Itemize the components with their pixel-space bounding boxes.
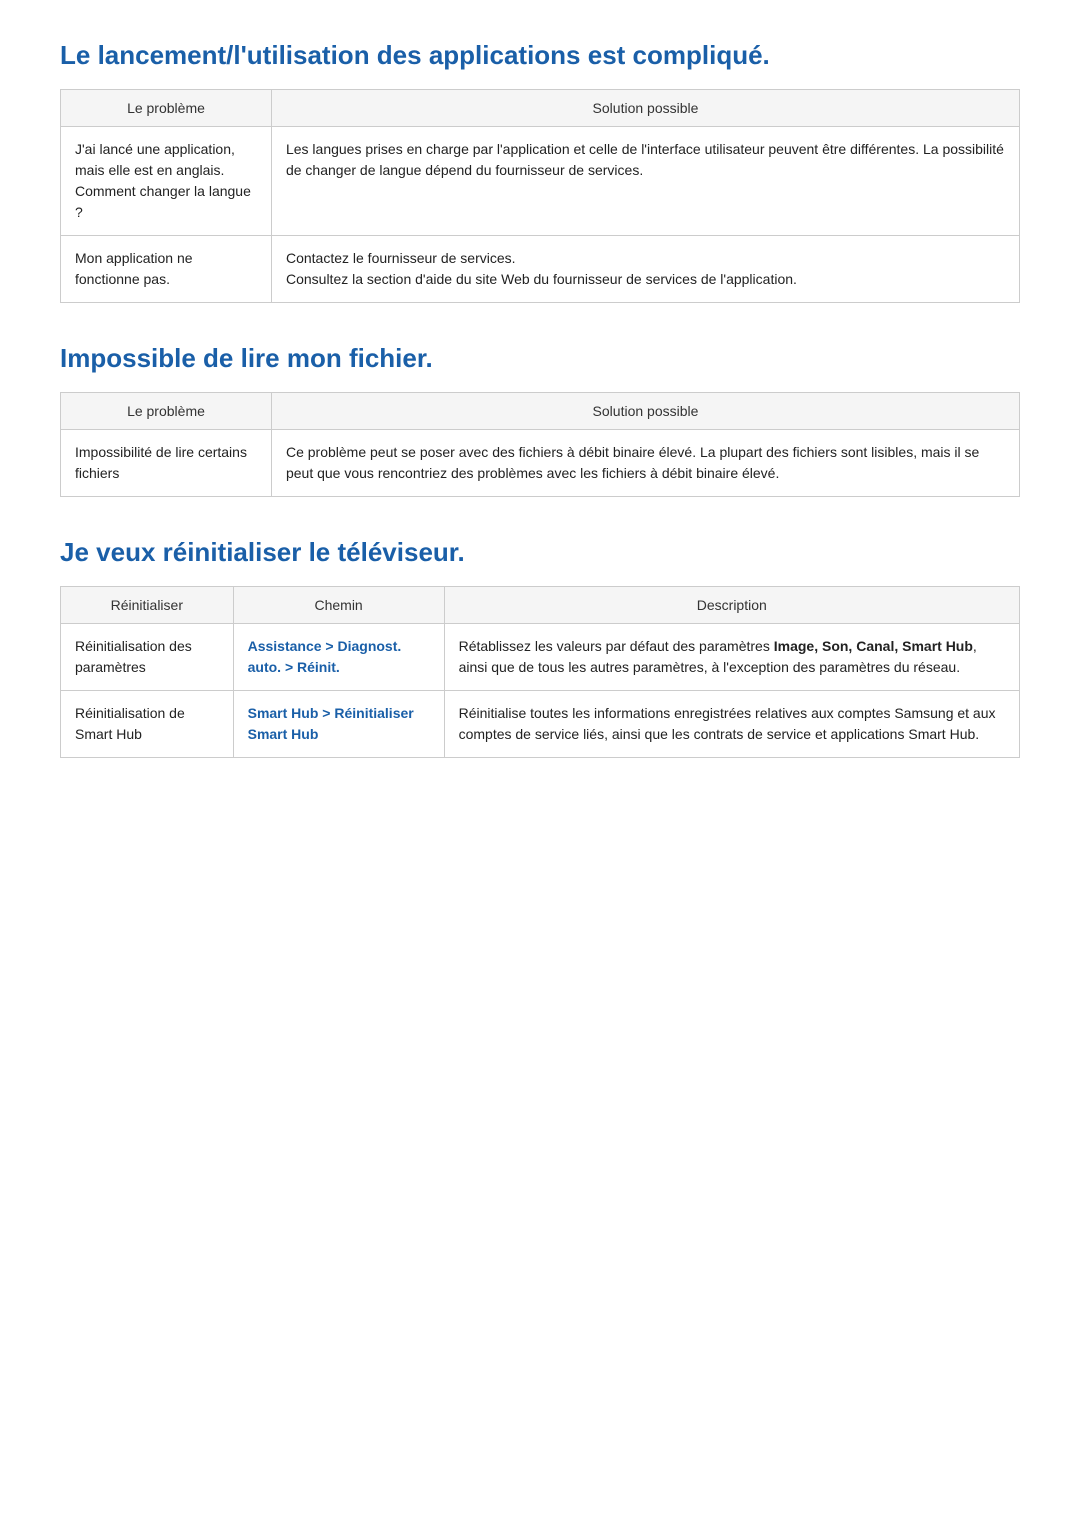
table-row: Réinitialisation de Smart Hub Smart Hub …: [61, 691, 1020, 758]
section-title-reinitialiser: Je veux réinitialiser le téléviseur.: [60, 537, 1020, 568]
th-description: Description: [444, 587, 1019, 624]
desc-cell-2: Réinitialise toutes les informations enr…: [444, 691, 1019, 758]
reinit-cell-2: Réinitialisation de Smart Hub: [61, 691, 234, 758]
solution-cell-2: Contactez le fournisseur de services. Co…: [271, 236, 1019, 303]
table-fichier: Le problème Solution possible Impossibil…: [60, 392, 1020, 497]
chemin-cell-2: Smart Hub > Réinitialiser Smart Hub: [233, 691, 444, 758]
th-problem-2: Le problème: [61, 393, 272, 430]
problem-cell-3: Impossibilité de lire certains fichiers: [61, 430, 272, 497]
chemin-link-1: Assistance > Diagnost. auto. > Réinit.: [248, 638, 402, 675]
th-solution-1: Solution possible: [271, 90, 1019, 127]
section-reinitialiser: Je veux réinitialiser le téléviseur. Réi…: [60, 537, 1020, 758]
section-fichier: Impossible de lire mon fichier. Le probl…: [60, 343, 1020, 497]
chemin-link-2: Smart Hub > Réinitialiser Smart Hub: [248, 705, 414, 742]
th-solution-2: Solution possible: [271, 393, 1019, 430]
section-applications: Le lancement/l'utilisation des applicati…: [60, 40, 1020, 303]
section-title-fichier: Impossible de lire mon fichier.: [60, 343, 1020, 374]
table-row: Mon application ne fonctionne pas. Conta…: [61, 236, 1020, 303]
table-row: Réinitialisation des paramètres Assistan…: [61, 624, 1020, 691]
bold-params: Image, Son, Canal, Smart Hub: [774, 638, 973, 654]
table-row: Impossibilité de lire certains fichiers …: [61, 430, 1020, 497]
table-applications: Le problème Solution possible J'ai lancé…: [60, 89, 1020, 303]
desc-cell-1: Rétablissez les valeurs par défaut des p…: [444, 624, 1019, 691]
table-row: J'ai lancé une application, mais elle es…: [61, 127, 1020, 236]
section-title-applications: Le lancement/l'utilisation des applicati…: [60, 40, 1020, 71]
problem-cell-2: Mon application ne fonctionne pas.: [61, 236, 272, 303]
th-chemin: Chemin: [233, 587, 444, 624]
chemin-cell-1: Assistance > Diagnost. auto. > Réinit.: [233, 624, 444, 691]
reinit-cell-1: Réinitialisation des paramètres: [61, 624, 234, 691]
table-reinitialiser: Réinitialiser Chemin Description Réiniti…: [60, 586, 1020, 758]
th-reinit: Réinitialiser: [61, 587, 234, 624]
solution-cell-1: Les langues prises en charge par l'appli…: [271, 127, 1019, 236]
th-problem-1: Le problème: [61, 90, 272, 127]
problem-cell-1: J'ai lancé une application, mais elle es…: [61, 127, 272, 236]
solution-cell-3: Ce problème peut se poser avec des fichi…: [271, 430, 1019, 497]
